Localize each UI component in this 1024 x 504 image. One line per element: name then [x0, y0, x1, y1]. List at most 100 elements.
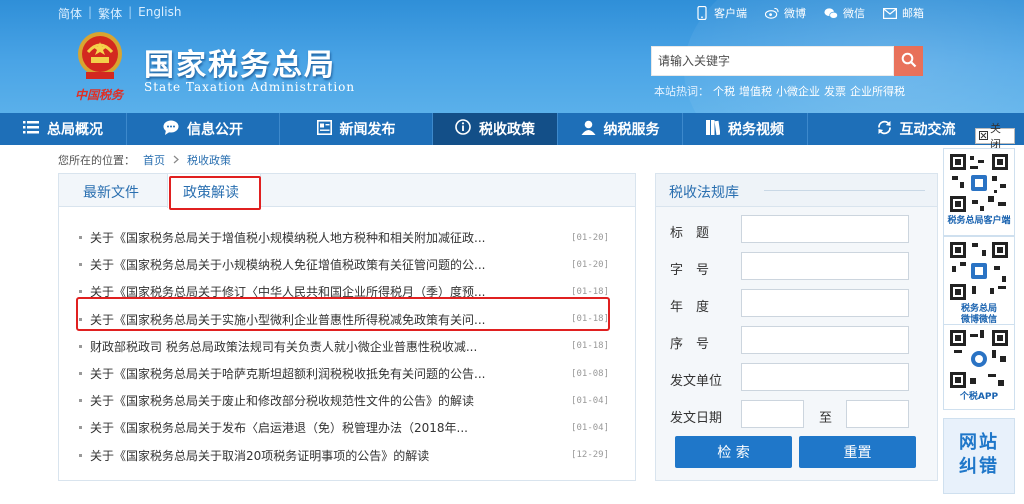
news-icon	[316, 119, 332, 139]
title-input[interactable]	[741, 215, 909, 243]
breadcrumb-prefix: 您所在的位置：	[58, 154, 135, 167]
list-item-date: [01-18]	[571, 341, 609, 352]
library-header: 税收法规库	[656, 174, 937, 207]
mobile-icon	[695, 6, 709, 20]
sequence-input[interactable]	[741, 326, 909, 354]
date-from-input[interactable]	[741, 400, 804, 428]
wechat-icon	[824, 6, 838, 20]
nav-label: 新闻发布	[339, 122, 396, 138]
list-item[interactable]: 关于《国家税务总局关于取消20项税务证明事项的公告》的解读 [12-29]	[79, 442, 609, 469]
nav-label: 信息公开	[187, 122, 243, 138]
qr-client-label: 税务总局客户端	[947, 216, 1011, 226]
list-item-date: [01-20]	[571, 232, 609, 243]
bullet	[79, 290, 82, 294]
bullet	[79, 344, 82, 348]
breadcrumb-current[interactable]: 税收政策	[187, 152, 231, 168]
list-item-title[interactable]: 关于《国家税务总局关于小规模纳税人免征增值税政策有关征管问题的公...	[90, 256, 530, 273]
field-label-year: 年 度	[670, 300, 710, 315]
library-title: 税收法规库	[669, 185, 739, 201]
hot-word[interactable]: 发票	[824, 83, 846, 99]
refresh-icon	[877, 120, 892, 139]
list-item-date: [01-04]	[571, 422, 609, 433]
search-button[interactable]: 检 索	[675, 436, 792, 468]
list-item-title[interactable]: 关于《国家税务总局关于发布〈启运港退（免）税管理办法（2018年...	[90, 419, 530, 436]
search-box	[651, 46, 923, 76]
tab-bar: 最新文件 政策解读	[59, 174, 635, 210]
field-label-sequence: 序 号	[670, 337, 710, 352]
menu-icon	[23, 120, 39, 138]
site-error-report-button[interactable]: 网站 纠错	[943, 418, 1015, 494]
hot-word[interactable]: 小微企业	[776, 83, 820, 99]
close-button[interactable]: 关闭	[975, 122, 1015, 151]
bullet	[79, 236, 82, 240]
list-item-date: [12-29]	[571, 450, 609, 461]
hot-word[interactable]: 个税	[713, 83, 735, 99]
main-nav: 总局概况 信息公开 新闻发布 税收政策 纳税服务 税务视频 互动交流	[0, 113, 1024, 145]
lang-simplified[interactable]: 简体	[58, 5, 82, 22]
qr-client-box[interactable]: 税务总局客户端	[943, 148, 1015, 236]
list-item[interactable]: 关于《国家税务总局关于小规模纳税人免征增值税政策有关征管问题的公... [01-…	[79, 251, 609, 278]
nav-news[interactable]: 新闻发布	[280, 113, 433, 145]
issuer-input[interactable]	[741, 363, 909, 391]
search-button[interactable]	[894, 46, 923, 76]
qr-weibo-box[interactable]: 税务总局 微博微信	[943, 236, 1015, 330]
list-item-title[interactable]: 关于《国家税务总局关于取消20项税务证明事项的公告》的解读	[90, 447, 530, 464]
info-icon	[455, 119, 471, 139]
tab-latest-files[interactable]: 最新文件	[83, 182, 139, 202]
list-item-title[interactable]: 财政部税政司 税务总局政策法规司有关负责人就小微企业普惠性税收减...	[90, 338, 530, 355]
qr-code-image	[948, 328, 1010, 390]
list-item-date: [01-20]	[571, 259, 609, 270]
hot-words: 本站热词： 个税 增值税 小微企业 发票 企业所得税	[654, 83, 905, 99]
divider: |	[128, 5, 133, 19]
nav-info-public[interactable]: 信息公开	[127, 113, 280, 145]
list-item-date: [01-08]	[571, 368, 609, 379]
nav-overview[interactable]: 总局概况	[0, 113, 127, 145]
list-item[interactable]: 关于《国家税务总局关于发布〈启运港退（免）税管理办法（2018年... [01-…	[79, 414, 609, 441]
client-link[interactable]: 客户端	[695, 5, 747, 21]
site-header: 简体 | 繁体 | English 客户端 微博 微信 邮箱 中国税务 国家税务…	[0, 0, 1024, 113]
bullet	[79, 263, 82, 267]
bullet	[79, 372, 82, 376]
nav-label: 纳税服务	[603, 122, 660, 138]
highlight-box	[76, 297, 610, 331]
weibo-link[interactable]: 微博	[765, 5, 806, 21]
mail-link[interactable]: 邮箱	[883, 5, 924, 21]
nav-taxpayer-service[interactable]: 纳税服务	[558, 113, 683, 145]
hot-words-label: 本站热词：	[654, 85, 709, 98]
list-item[interactable]: 关于《国家税务总局关于废止和修改部分税收规范性文件的公告》的解读 [01-04]	[79, 387, 609, 414]
list-item-title[interactable]: 关于《国家税务总局关于哈萨克斯坦超额利润税税收抵免有关问题的公告...	[90, 365, 530, 382]
lang-english[interactable]: English	[138, 5, 181, 22]
list-item-title[interactable]: 关于《国家税务总局关于废止和修改部分税收规范性文件的公告》的解读	[90, 392, 530, 409]
list-item[interactable]: 财政部税政司 税务总局政策法规司有关负责人就小微企业普惠性税收减... [01-…	[79, 333, 609, 360]
field-label-issuer: 发文单位	[670, 374, 723, 389]
lang-traditional[interactable]: 繁体	[98, 5, 122, 22]
list-item[interactable]: 关于《国家税务总局关于哈萨克斯坦超额利润税税收抵免有关问题的公告... [01-…	[79, 360, 609, 387]
brand-script: 中国税务	[75, 88, 124, 102]
floating-sidebar: 关闭 税务总局客户端 税务总局 微博微信 个税APP 网站 纠错	[943, 122, 1015, 504]
top-links: 客户端 微博 微信 邮箱	[695, 5, 924, 21]
bullet	[79, 453, 82, 457]
hot-word[interactable]: 增值税	[739, 83, 772, 99]
nav-tax-policy[interactable]: 税收政策	[433, 113, 558, 145]
field-label-number: 字 号	[670, 263, 710, 278]
breadcrumb-home[interactable]: 首页	[143, 152, 165, 168]
number-input[interactable]	[741, 252, 909, 280]
policy-list: 关于《国家税务总局关于增值税小规模纳税人地方税种和相关附加减征政... [01-…	[79, 224, 609, 469]
language-switcher: 简体 | 繁体 | English	[58, 5, 181, 22]
bullet	[79, 426, 82, 430]
hot-word[interactable]: 企业所得税	[850, 83, 905, 99]
qr-weibo-label: 税务总局 微博微信	[960, 304, 997, 325]
search-input[interactable]	[651, 46, 894, 76]
reset-button[interactable]: 重置	[799, 436, 916, 468]
nav-tax-video[interactable]: 税务视频	[683, 113, 808, 145]
qr-app-label: 个税APP	[959, 392, 999, 402]
highlight-box	[169, 176, 261, 210]
wechat-link[interactable]: 微信	[824, 5, 865, 21]
qr-code-image	[948, 240, 1010, 302]
list-item[interactable]: 关于《国家税务总局关于增值税小规模纳税人地方税种和相关附加减征政... [01-…	[79, 224, 609, 251]
date-to-input[interactable]	[846, 400, 909, 428]
tax-law-library-panel: 税收法规库 标 题 字 号 年 度 序 号 发文单位 发文日期 至 检 索 重置	[655, 173, 938, 481]
list-item-title[interactable]: 关于《国家税务总局关于增值税小规模纳税人地方税种和相关附加减征政...	[90, 229, 530, 246]
year-input[interactable]	[741, 289, 909, 317]
qr-app-box[interactable]: 个税APP	[943, 324, 1015, 410]
